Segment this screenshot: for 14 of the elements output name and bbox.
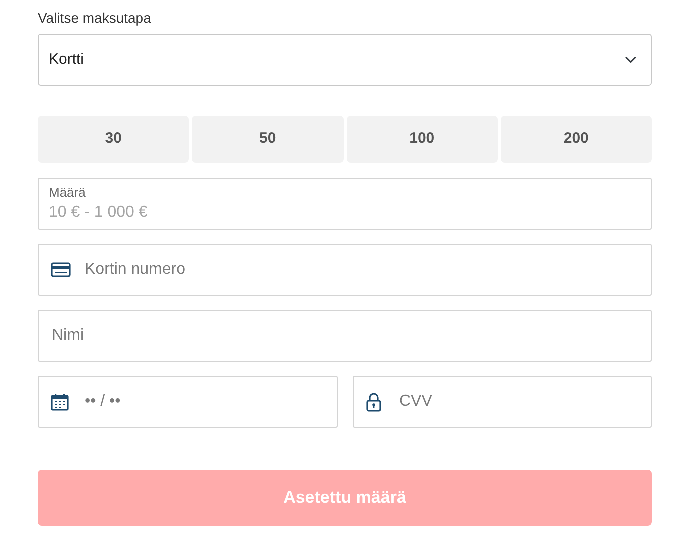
- amount-button[interactable]: 200: [500, 116, 652, 163]
- card-icon: [51, 262, 71, 278]
- field-label: Määrä: [49, 186, 86, 200]
- amount-button[interactable]: 50: [192, 116, 344, 163]
- card-number-field[interactable]: Kortin numero: [38, 244, 652, 296]
- name-field[interactable]: Nimi: [38, 310, 652, 362]
- amount-button[interactable]: 100: [346, 116, 498, 163]
- payment-method-select[interactable]: Kortti: [38, 34, 652, 86]
- expiry-field[interactable]: •• / ••: [38, 376, 338, 428]
- calendar-icon: [51, 393, 69, 411]
- cvv-field[interactable]: CVV: [352, 376, 652, 428]
- field-label: Valitse maksutapa: [38, 9, 152, 28]
- amount-button[interactable]: 30: [38, 116, 190, 163]
- lock-icon: [366, 392, 382, 412]
